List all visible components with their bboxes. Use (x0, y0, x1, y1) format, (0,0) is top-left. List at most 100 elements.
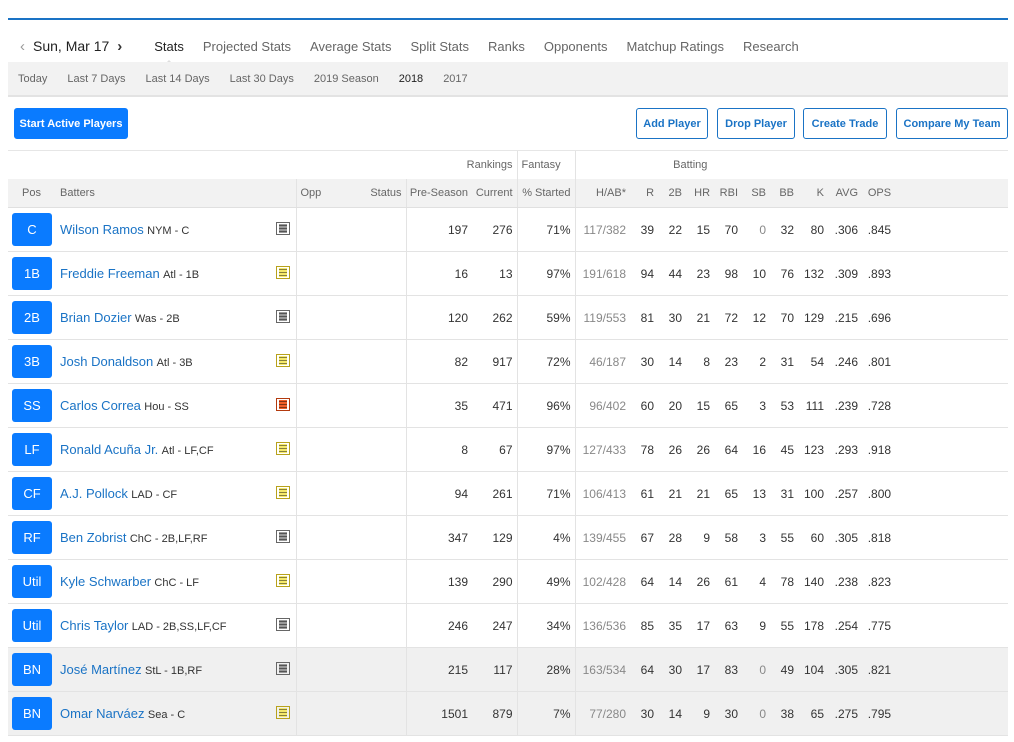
position-badge[interactable]: Util (12, 609, 52, 642)
player-note-icon[interactable] (275, 706, 290, 719)
player-team-position: ChC - LF (154, 577, 200, 589)
stat-2b: 21 (658, 471, 687, 516)
stat-sb: 3 (742, 383, 771, 428)
col-ops[interactable]: OPS (862, 178, 896, 208)
prev-day-chevron-icon[interactable]: ‹ (20, 38, 25, 55)
drop-player-button[interactable]: Drop Player (717, 108, 795, 139)
stat-rbi: 64 (714, 427, 743, 472)
player-note-icon[interactable] (275, 354, 290, 367)
col-rbi[interactable]: RBI (714, 178, 743, 208)
col-status[interactable]: Status (346, 178, 406, 208)
tab-matchup-ratings[interactable]: Matchup Ratings (626, 39, 724, 54)
col-avg[interactable]: AVG (828, 178, 863, 208)
filter-2018[interactable]: 2018 (399, 73, 423, 85)
stat-2b: 44 (658, 251, 687, 296)
player-note-icon[interactable] (275, 486, 290, 499)
col-hr[interactable]: HR (686, 178, 715, 208)
compare-my-team-button[interactable]: Compare My Team (896, 108, 1008, 139)
stat-sb: 0 (742, 207, 771, 252)
stat-bb: 32 (770, 207, 799, 252)
player-note-icon[interactable] (275, 530, 290, 543)
player-note-icon[interactable] (275, 266, 290, 279)
position-badge[interactable]: BN (12, 653, 52, 686)
stat-2b: 35 (658, 603, 687, 648)
position-badge[interactable]: CF (12, 477, 52, 510)
stat-hr: 17 (686, 647, 715, 692)
position-badge[interactable]: SS (12, 389, 52, 422)
player-name-link[interactable]: José Martínez (60, 662, 142, 677)
status-cell (346, 691, 406, 736)
player-note-icon[interactable] (275, 618, 290, 631)
player-name-link[interactable]: Freddie Freeman (60, 266, 160, 281)
position-badge[interactable]: 1B (12, 257, 52, 290)
tab-stats[interactable]: Stats (154, 39, 184, 66)
filter-last-14-days[interactable]: Last 14 Days (145, 73, 209, 85)
player-note-icon[interactable] (275, 574, 290, 587)
tab-ranks[interactable]: Ranks (488, 39, 525, 54)
hits-at-bats: 117/382 (574, 207, 631, 252)
percent-started: 97% (516, 251, 576, 296)
stat-2b: 28 (658, 515, 687, 560)
col-preseason[interactable]: Pre-Season (405, 178, 472, 208)
stat-bb: 53 (770, 383, 799, 428)
position-badge[interactable]: C (12, 213, 52, 246)
current-rank: 879 (472, 691, 518, 736)
player-name-link[interactable]: Ben Zobrist (60, 530, 126, 545)
position-badge[interactable]: Util (12, 565, 52, 598)
col-batters[interactable]: Batters (56, 178, 296, 208)
player-note-icon[interactable] (275, 662, 290, 675)
player-name-link[interactable]: Wilson Ramos (60, 222, 144, 237)
filter-2017[interactable]: 2017 (443, 73, 467, 85)
col-current[interactable]: Current (472, 178, 518, 208)
player-name-link[interactable]: Chris Taylor (60, 618, 128, 633)
current-rank: 917 (472, 339, 518, 384)
filter-2019-season[interactable]: 2019 Season (314, 73, 379, 85)
tab-opponents[interactable]: Opponents (544, 39, 608, 54)
position-badge[interactable]: 2B (12, 301, 52, 334)
tab-average-stats[interactable]: Average Stats (310, 39, 391, 54)
tab-split-stats[interactable]: Split Stats (410, 39, 469, 54)
col-bb[interactable]: BB (770, 178, 799, 208)
player-name-link[interactable]: A.J. Pollock (60, 486, 128, 501)
player-name-link[interactable]: Brian Dozier (60, 310, 132, 325)
position-badge[interactable]: LF (12, 433, 52, 466)
current-rank: 471 (472, 383, 518, 428)
filter-last-30-days[interactable]: Last 30 Days (230, 73, 294, 85)
player-name-link[interactable]: Omar Narváez (60, 706, 145, 721)
col-k[interactable]: K (798, 178, 829, 208)
stat-2b: 22 (658, 207, 687, 252)
percent-started: 71% (516, 207, 576, 252)
stat-r: 39 (630, 207, 659, 252)
player-team-position: Atl - 3B (156, 357, 193, 369)
next-day-chevron-icon[interactable]: › (117, 38, 126, 55)
start-active-players-button[interactable]: Start Active Players (14, 108, 128, 139)
col-2b[interactable]: 2B (658, 178, 687, 208)
percent-started: 49% (516, 559, 576, 604)
preseason-rank: 215 (405, 647, 472, 692)
col-sb[interactable]: SB (742, 178, 771, 208)
player-team-position: StL - 1B,RF (145, 665, 203, 677)
player-name-link[interactable]: Josh Donaldson (60, 354, 153, 369)
col-r[interactable]: R (630, 178, 659, 208)
player-name-link[interactable]: Carlos Correa (60, 398, 141, 413)
player-note-icon[interactable] (275, 310, 290, 323)
col-opp[interactable]: Opp (295, 178, 346, 208)
status-cell (346, 427, 406, 472)
player-note-icon[interactable] (275, 398, 290, 411)
position-badge[interactable]: 3B (12, 345, 52, 378)
player-note-icon[interactable] (275, 222, 290, 235)
col-started[interactable]: % Started (516, 178, 576, 208)
position-badge[interactable]: RF (12, 521, 52, 554)
position-badge[interactable]: BN (12, 697, 52, 730)
filter-last-7-days[interactable]: Last 7 Days (67, 73, 125, 85)
player-note-icon[interactable] (275, 442, 290, 455)
create-trade-button[interactable]: Create Trade (803, 108, 887, 139)
add-player-button[interactable]: Add Player (636, 108, 708, 139)
opp-cell (295, 647, 346, 692)
player-name-link[interactable]: Kyle Schwarber (60, 574, 151, 589)
tab-projected-stats[interactable]: Projected Stats (203, 39, 291, 54)
filter-today[interactable]: Today (18, 73, 47, 85)
player-name-link[interactable]: Ronald Acuña Jr. (60, 442, 158, 457)
tab-research[interactable]: Research (743, 39, 799, 54)
col-hab[interactable]: H/AB* (574, 178, 631, 208)
